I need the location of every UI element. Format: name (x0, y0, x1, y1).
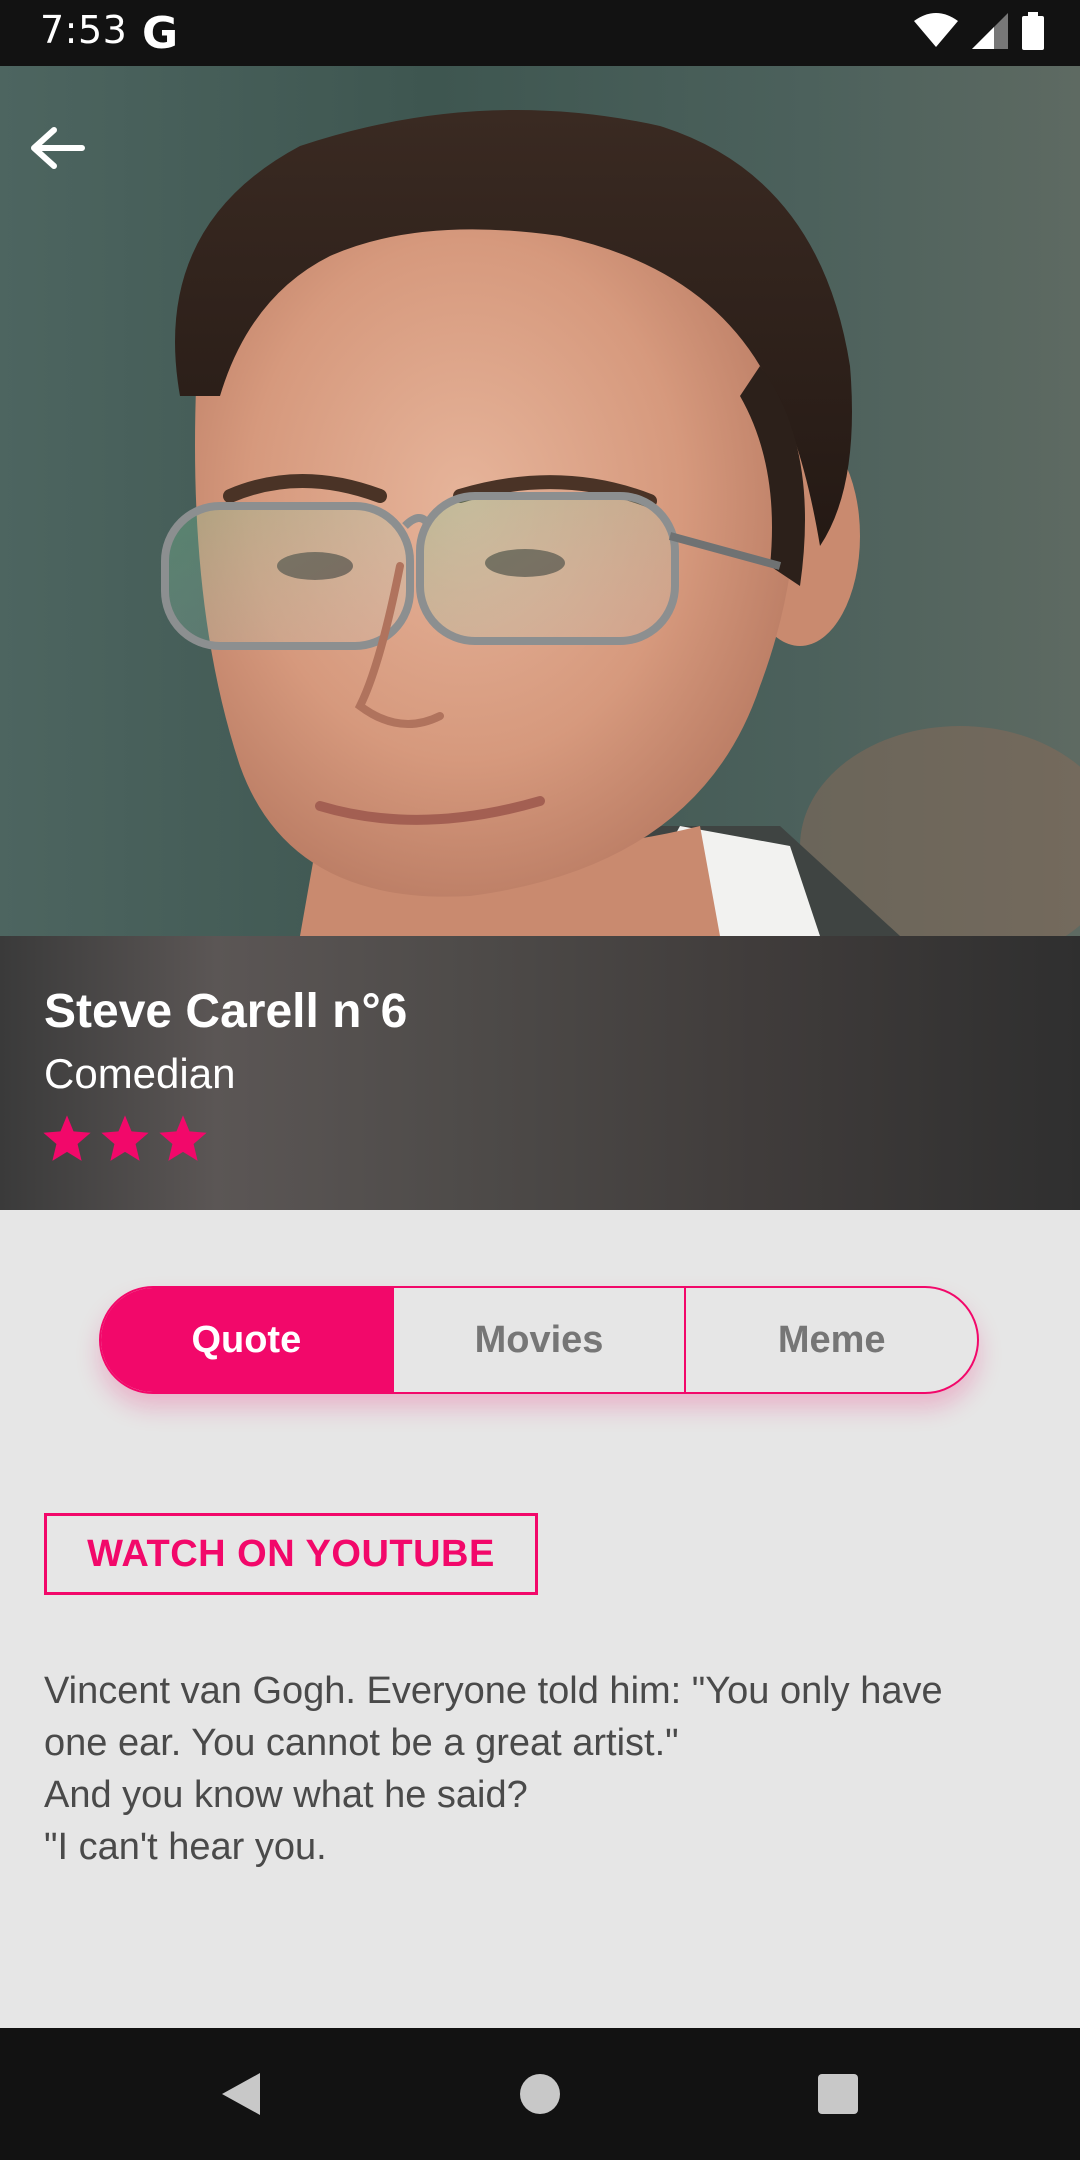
star-icon (159, 1115, 207, 1161)
status-bar: 7:53 G (0, 0, 1080, 66)
nav-home-button[interactable] (474, 2028, 606, 2160)
tab-label: Meme (777, 1318, 886, 1361)
quote-text: Vincent van Gogh. Everyone told him: "Yo… (44, 1665, 1044, 1873)
back-button[interactable] (30, 126, 110, 206)
profile-info-panel: Steve Carell n°6 Comedian (0, 936, 1080, 1210)
tab-label: Movies (474, 1318, 604, 1361)
signal-icon (972, 13, 1008, 49)
triangle-back-icon (222, 2073, 260, 2115)
google-icon: G (142, 8, 179, 59)
tab-meme[interactable]: Meme (684, 1288, 977, 1392)
hero-image (0, 66, 1080, 936)
status-time: 7:53 (40, 8, 128, 52)
tab-quote[interactable]: Quote (101, 1288, 392, 1392)
quote-line: Vincent van Gogh. Everyone told him: "Yo… (44, 1670, 943, 1712)
tab-label: Quote (191, 1318, 302, 1361)
status-icons (914, 12, 1044, 50)
quote-line: And you know what he said? (44, 1774, 528, 1816)
portrait-illustration (161, 110, 1080, 936)
segmented-tabs: Quote Movies Meme (99, 1286, 979, 1394)
star-icon (43, 1115, 91, 1161)
wifi-icon (914, 13, 958, 47)
quote-line: "I can't hear you. (44, 1826, 327, 1868)
circle-home-icon (520, 2074, 560, 2114)
quote-line: one ear. You cannot be a great artist." (44, 1722, 679, 1764)
battery-icon (1022, 12, 1044, 50)
system-nav-bar (0, 2028, 1080, 2160)
nav-back-button[interactable] (174, 2028, 306, 2160)
nav-recents-button[interactable] (772, 2028, 904, 2160)
profile-name: Steve Carell n°6 (44, 985, 408, 1038)
watch-on-youtube-button[interactable]: WATCH ON YOUTUBE (44, 1513, 538, 1595)
star-rating (40, 1112, 210, 1166)
profile-role: Comedian (44, 1050, 236, 1097)
star-icon (101, 1115, 149, 1161)
tab-movies[interactable]: Movies (391, 1288, 685, 1392)
square-recents-icon (818, 2074, 858, 2114)
arrow-left-icon (31, 127, 85, 169)
